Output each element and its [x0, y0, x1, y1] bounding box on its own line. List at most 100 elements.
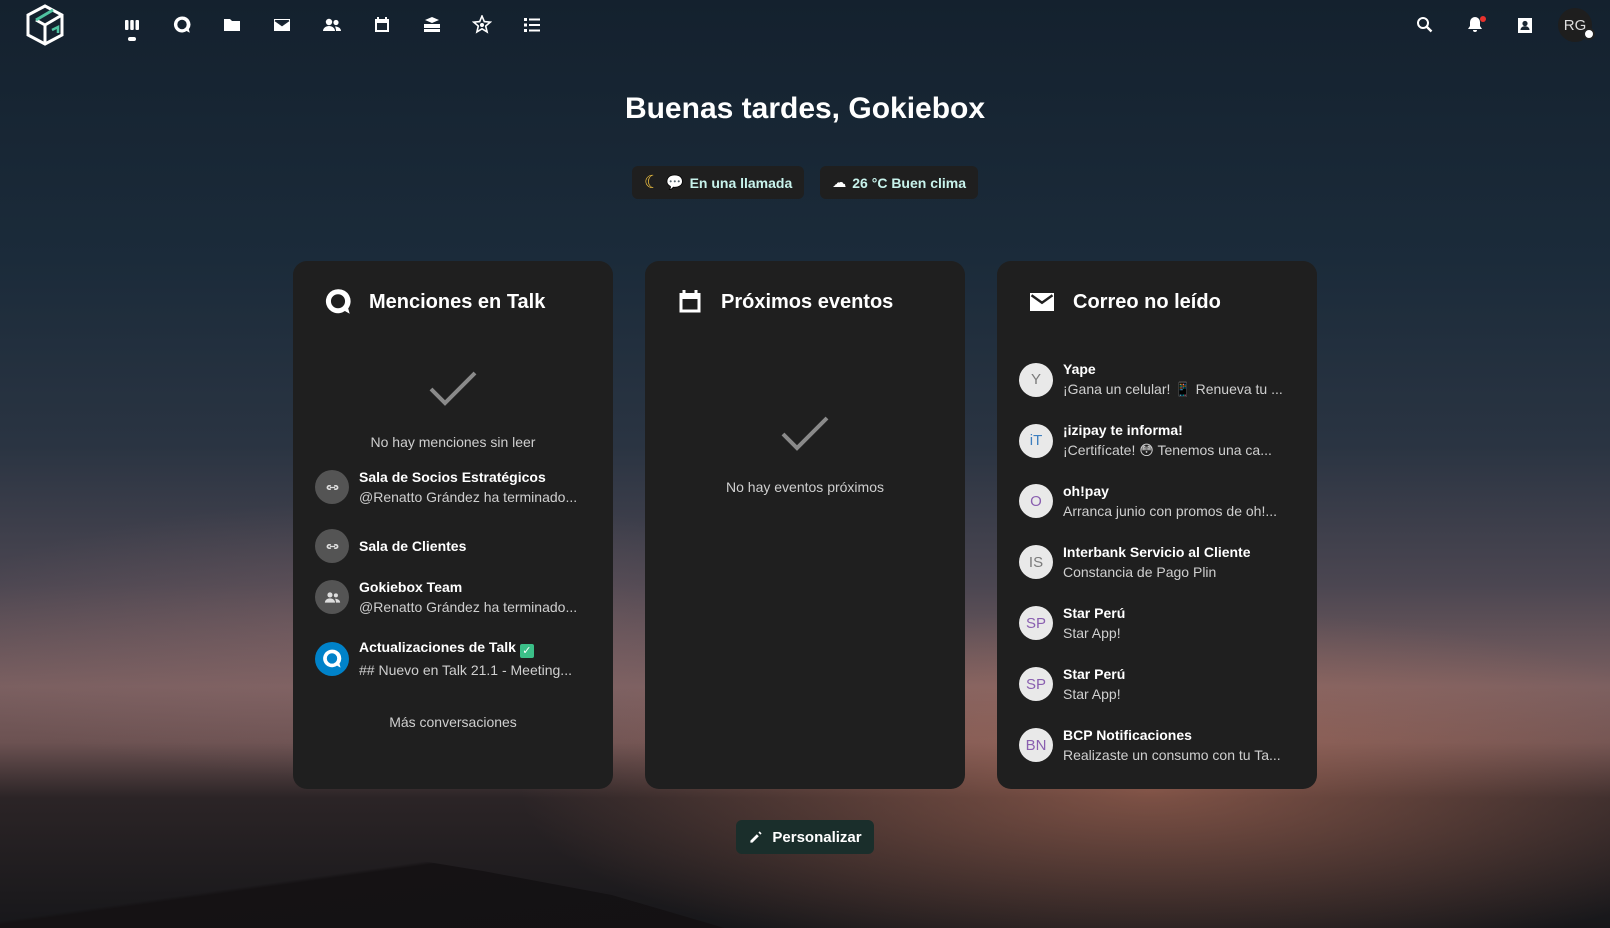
- checkmark-icon: [429, 371, 477, 406]
- calendar-icon: [375, 17, 389, 32]
- sender-avatar: SP: [1019, 667, 1053, 701]
- talk-mentions-widget: Menciones en Talk No hay menciones sin l…: [293, 261, 613, 789]
- mail-subject: ¡Gana un celular! 📱 Renueva tu ...: [1063, 381, 1283, 397]
- unified-search[interactable]: [1400, 0, 1450, 50]
- nextcloud-logo[interactable]: [22, 2, 68, 48]
- conversation-message: @Renatto Grández ha terminado...: [359, 599, 578, 615]
- events-empty-text: No hay eventos próximos: [726, 479, 884, 495]
- calendar-icon: [679, 290, 701, 313]
- checkmark-icon: [781, 416, 829, 451]
- activity-icon: [472, 15, 492, 34]
- link-icon: [326, 484, 338, 490]
- talk-empty-text: No hay menciones sin leer: [370, 434, 536, 450]
- speech-bubble-icon: 💬: [666, 174, 684, 190]
- contacts-menu[interactable]: [1500, 0, 1550, 50]
- conversation-name: Gokiebox Team: [359, 579, 463, 595]
- top-bar: RG: [0, 0, 1610, 50]
- mail-widget-title: Correo no leído: [1073, 290, 1221, 313]
- user-avatar[interactable]: RG: [1558, 8, 1595, 42]
- app-talk[interactable]: [157, 0, 207, 50]
- user-status-label: En una llamada: [689, 174, 793, 191]
- sender-avatar: SP: [1019, 606, 1053, 640]
- mail-item[interactable]: SP Star Perú Star App!: [1019, 605, 1299, 641]
- sender-avatar: O: [1019, 484, 1053, 518]
- contacts-icon: [323, 18, 341, 31]
- notifications[interactable]: [1450, 0, 1500, 50]
- contact-card-icon: [1518, 18, 1532, 33]
- mail-subject: Constancia de Pago Plin: [1063, 564, 1217, 580]
- app-deck[interactable]: [407, 0, 457, 50]
- talk-conversation-item[interactable]: Actualizaciones de Talk ✓ ## Nuevo en Tal…: [315, 639, 595, 678]
- mail-item[interactable]: BN BCP Notificaciones Realizaste un cons…: [1019, 727, 1299, 763]
- app-navigation: [107, 0, 557, 50]
- conversation-avatar: [315, 580, 349, 614]
- mail-subject: Star App!: [1063, 686, 1121, 702]
- app-dashboard[interactable]: [107, 0, 157, 50]
- mail-sender: BCP Notificaciones: [1063, 727, 1192, 743]
- app-files[interactable]: [207, 0, 257, 50]
- notification-dot: [1480, 16, 1486, 22]
- mail-item[interactable]: O oh!pay Arranca junio con promos de oh!…: [1019, 483, 1299, 519]
- sender-avatar: Y: [1019, 362, 1053, 397]
- unread-mail-widget: Correo no leído Y Yape ¡Gana un celular!…: [997, 261, 1317, 789]
- status-row: ☾ 💬 En una llamada ☁ 26 °C Buen clima: [0, 166, 1610, 199]
- mail-icon: [1030, 293, 1054, 311]
- mail-widget-header: Correo no leído: [1027, 287, 1221, 317]
- mail-subject: Star App!: [1063, 625, 1121, 641]
- talk-widget-title: Menciones en Talk: [369, 290, 546, 313]
- greeting-title: Buenas tardes, Gokiebox: [624, 92, 986, 125]
- talk-icon: [323, 649, 342, 668]
- customize-label: Personalizar: [772, 828, 862, 846]
- mail-subject: Arranca junio con promos de oh!...: [1063, 503, 1278, 519]
- talk-icon: [173, 16, 191, 33]
- dashboard-icon: [125, 20, 139, 30]
- mail-sender: Yape: [1063, 361, 1096, 377]
- talk-empty-state: No hay menciones sin leer: [293, 361, 613, 450]
- conversation-message: ## Nuevo en Talk 21.1 - Meeting...: [359, 662, 572, 678]
- conversation-avatar: [315, 470, 349, 504]
- events-empty-state: No hay eventos próximos: [645, 406, 965, 495]
- events-widget-title: Próximos eventos: [721, 290, 894, 313]
- mail-subject: Realizaste un consumo con tu Ta...: [1063, 747, 1281, 763]
- mail-item[interactable]: SP Star Perú Star App!: [1019, 666, 1299, 702]
- app-tasks[interactable]: [507, 0, 557, 50]
- folder-icon: [224, 19, 240, 31]
- mail-sender: Interbank Servicio al Cliente: [1063, 544, 1251, 560]
- mail-icon: [274, 19, 290, 31]
- app-contacts[interactable]: [307, 0, 357, 50]
- deck-icon: [424, 17, 440, 32]
- customize-button[interactable]: Personalizar: [736, 820, 874, 854]
- weather-status-button[interactable]: ☁ 26 °C Buen clima: [820, 166, 979, 199]
- talk-icon: [325, 289, 351, 314]
- mail-subject: ¡Certifícate! 😳 Tenemos una ca...: [1063, 442, 1272, 458]
- events-widget-header: Próximos eventos: [675, 287, 893, 317]
- app-activity[interactable]: [457, 0, 507, 50]
- upcoming-events-widget: Próximos eventos No hay eventos próximos: [645, 261, 965, 789]
- mail-item[interactable]: IS Interbank Servicio al Cliente Constan…: [1019, 544, 1299, 580]
- cloud-icon: ☁: [832, 174, 847, 190]
- conversation-name: Sala de Socios Estratégicos: [359, 469, 546, 485]
- mail-sender: ¡izipay te informa!: [1063, 422, 1183, 438]
- talk-conversation-item[interactable]: Gokiebox Team @Renatto Grández ha termin…: [315, 579, 595, 615]
- mail-sender: Star Perú: [1063, 605, 1126, 621]
- app-mail[interactable]: [257, 0, 307, 50]
- sender-avatar: iT: [1019, 423, 1053, 458]
- weather-status-label: 26 °C Buen clima: [852, 174, 967, 191]
- sender-avatar: BN: [1019, 728, 1053, 762]
- talk-widget-header: Menciones en Talk: [323, 287, 545, 317]
- mail-item[interactable]: iT ¡izipay te informa! ¡Certifícate! 😳 T…: [1019, 422, 1299, 459]
- conversation-avatar: [315, 529, 349, 563]
- mail-item[interactable]: Y Yape ¡Gana un celular! 📱 Renueva tu ..…: [1019, 361, 1299, 398]
- mail-sender: Star Perú: [1063, 666, 1126, 682]
- app-calendar[interactable]: [357, 0, 407, 50]
- verified-check-icon: ✓: [519, 644, 534, 658]
- group-icon: [324, 591, 340, 603]
- more-conversations-link[interactable]: Más conversaciones: [293, 714, 613, 730]
- mail-sender: oh!pay: [1063, 483, 1109, 499]
- tasks-icon: [524, 18, 540, 32]
- sender-avatar: IS: [1019, 545, 1053, 579]
- talk-conversation-item[interactable]: Sala de Socios Estratégicos @Renatto Grá…: [315, 469, 595, 505]
- user-status-button[interactable]: ☾ 💬 En una llamada: [631, 166, 805, 199]
- moon-icon: ☾: [643, 172, 661, 192]
- talk-conversation-item[interactable]: Sala de Clientes: [315, 529, 595, 563]
